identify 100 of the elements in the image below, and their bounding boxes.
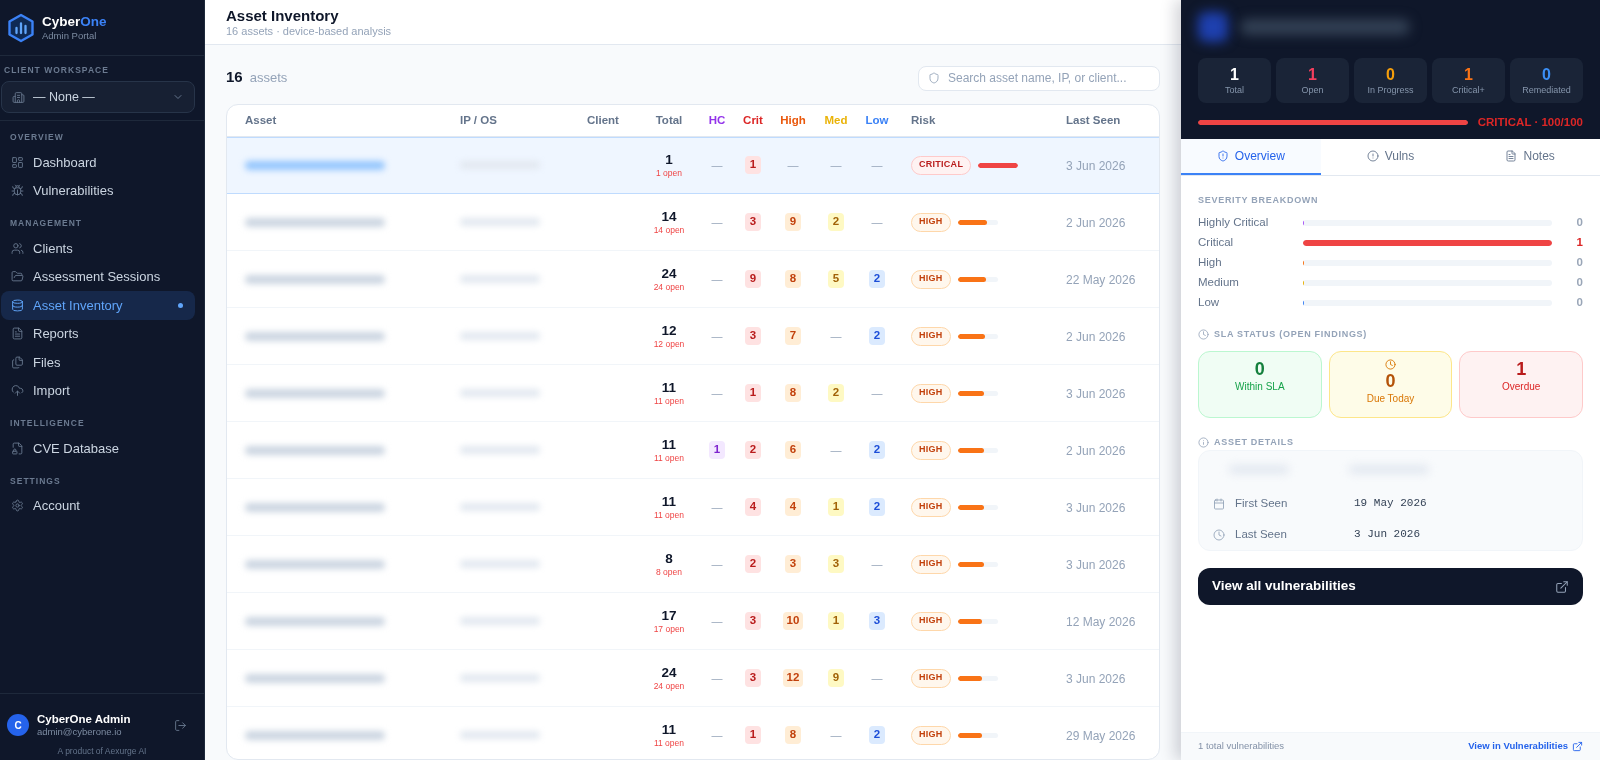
section-title: MANAGEMENT — [10, 218, 83, 228]
total-count: 11 — [661, 721, 677, 738]
external-link-icon — [1555, 579, 1569, 594]
blurred-icon — [1198, 12, 1228, 42]
column-header: Client — [587, 112, 619, 128]
table-row[interactable]: 11 11 open — 1 8 — 2 HIGH 29 May 2026 — [227, 707, 1159, 759]
last-seen-date: 12 May 2026 — [1066, 615, 1136, 629]
shield-icon — [928, 71, 940, 84]
table-row[interactable]: 17 17 open — 3 10 1 3 HIGH 12 May 2026 — [227, 593, 1159, 650]
empty-count: — — [711, 670, 723, 686]
table-row[interactable]: 24 24 open — 3 12 9 — HIGH 3 Jun 2026 — [227, 650, 1159, 707]
last-seen-date: 2 Jun 2026 — [1066, 330, 1126, 344]
column-header: High — [780, 112, 806, 128]
risk-level-tag: HIGH — [911, 611, 951, 631]
severity-count: 1 — [1575, 235, 1583, 251]
nav-item[interactable]: Account — [1, 491, 195, 520]
nav-item[interactable]: Files — [1, 348, 195, 377]
logout-icon[interactable] — [174, 718, 187, 732]
nav-item[interactable]: Reports — [1, 319, 195, 348]
dashboard-icon — [11, 155, 24, 169]
medium-count: 2 — [828, 384, 844, 402]
stat-label: In Progress — [1367, 84, 1414, 96]
risk-level-tag: HIGH — [911, 269, 951, 289]
empty-count: — — [787, 157, 799, 173]
high-count: 12 — [782, 669, 804, 687]
empty-count: — — [711, 499, 723, 515]
nav-item[interactable]: Asset Inventory — [1, 291, 195, 320]
view-in-vulnerabilities-link[interactable]: View in Vulnerabilities — [1468, 739, 1583, 754]
table-row[interactable]: 14 14 open — 3 9 2 — HIGH 2 Jun 2026 — [227, 194, 1159, 251]
section-title: INTELLIGENCE — [10, 418, 85, 428]
medium-count: 5 — [828, 270, 844, 288]
critical-count: 1 — [745, 156, 761, 174]
table-row[interactable]: 24 24 open — 9 8 5 2 HIGH 22 May 2026 — [227, 251, 1159, 308]
database-icon — [11, 298, 24, 312]
column-header: Asset — [245, 112, 277, 128]
high-count: 3 — [785, 555, 801, 573]
nav-item[interactable]: Assessment Sessions — [1, 262, 195, 291]
severity-count: 0 — [1575, 255, 1583, 271]
empty-count: — — [830, 157, 842, 173]
high-count: 8 — [785, 384, 801, 402]
asset-count-label: assets — [249, 69, 288, 88]
nav-item[interactable]: Clients — [1, 234, 195, 263]
total-count: 24 — [661, 265, 677, 282]
tab[interactable]: Notes — [1460, 139, 1600, 175]
total-count: 8 — [665, 550, 673, 567]
critical-count: 1 — [745, 384, 761, 402]
sla-count: 0 — [1385, 371, 1396, 392]
column-header: Med — [824, 112, 848, 128]
nav-item[interactable]: Vulnerabilities — [1, 176, 195, 205]
search-field[interactable]: Search asset name, IP, or client... — [918, 65, 1160, 91]
low-count: 3 — [869, 612, 885, 630]
critical-count: 9 — [745, 270, 761, 288]
detail-value: 19 May 2026 — [1354, 496, 1427, 512]
last-seen-date: 3 Jun 2026 — [1066, 501, 1126, 515]
open-count: 24 open — [653, 281, 685, 293]
open-count: 11 open — [653, 452, 685, 464]
table-row[interactable]: 11 11 open 1 2 6 — 2 HIGH 2 Jun 2026 — [227, 422, 1159, 479]
folder-icon — [11, 270, 24, 284]
severity-label: High — [1198, 255, 1223, 271]
table-row[interactable]: 11 11 open — 4 4 1 2 HIGH 3 Jun 2026 — [227, 479, 1159, 536]
nav-item[interactable]: Dashboard — [1, 148, 195, 177]
column-header: Risk — [911, 112, 936, 128]
table-row[interactable]: 1 1 open — 1 — — — CRITICAL 3 Jun 2026 — [227, 137, 1159, 194]
settings-icon — [11, 499, 24, 513]
empty-count: — — [830, 328, 842, 344]
sla-count: 0 — [1254, 359, 1265, 380]
high-count: 10 — [782, 612, 804, 630]
table-row[interactable]: 12 12 open — 3 7 — 2 HIGH 2 Jun 2026 — [227, 308, 1159, 365]
section-title: ASSET DETAILS — [1214, 436, 1294, 448]
open-count: 1 open — [656, 167, 682, 179]
stat-label: Open — [1301, 84, 1324, 96]
clock-icon — [1213, 528, 1225, 541]
view-all-button[interactable]: View all vulnerabilities — [1198, 568, 1583, 605]
open-count: 14 open — [653, 224, 685, 236]
sla-label: Due Today — [1366, 392, 1415, 405]
high-count: 8 — [785, 726, 801, 744]
total-count: 11 — [661, 436, 677, 453]
workspace-select[interactable]: — None — — [1, 81, 195, 113]
medium-count: 9 — [828, 669, 844, 687]
tab[interactable]: Vulns — [1320, 139, 1461, 175]
table-row[interactable]: 8 8 open — 2 3 3 — HIGH 3 Jun 2026 — [227, 536, 1159, 593]
nav-item[interactable]: Import — [1, 376, 195, 405]
brand-subtitle: Admin Portal — [42, 29, 98, 42]
stat-label: Total — [1225, 84, 1244, 96]
table-row[interactable]: 11 11 open — 1 8 2 — HIGH 3 Jun 2026 — [227, 365, 1159, 422]
column-header: Low — [865, 112, 889, 128]
empty-count: — — [711, 214, 723, 230]
severity-count: 0 — [1575, 295, 1583, 311]
critical-count: 3 — [745, 327, 761, 345]
column-header: IP / OS — [460, 112, 497, 128]
document-icon — [1505, 150, 1518, 162]
credit-text: A product of Aexurge AI — [57, 746, 147, 757]
open-count: 11 open — [653, 737, 685, 749]
last-seen-date: 3 Jun 2026 — [1066, 387, 1126, 401]
total-count: 14 — [661, 208, 677, 225]
high-count: 8 — [785, 270, 801, 288]
nav-item[interactable]: CVE Database — [1, 434, 195, 463]
total-count: 24 — [661, 664, 677, 681]
tab[interactable]: Overview — [1181, 139, 1321, 175]
critical-count: 2 — [745, 555, 761, 573]
